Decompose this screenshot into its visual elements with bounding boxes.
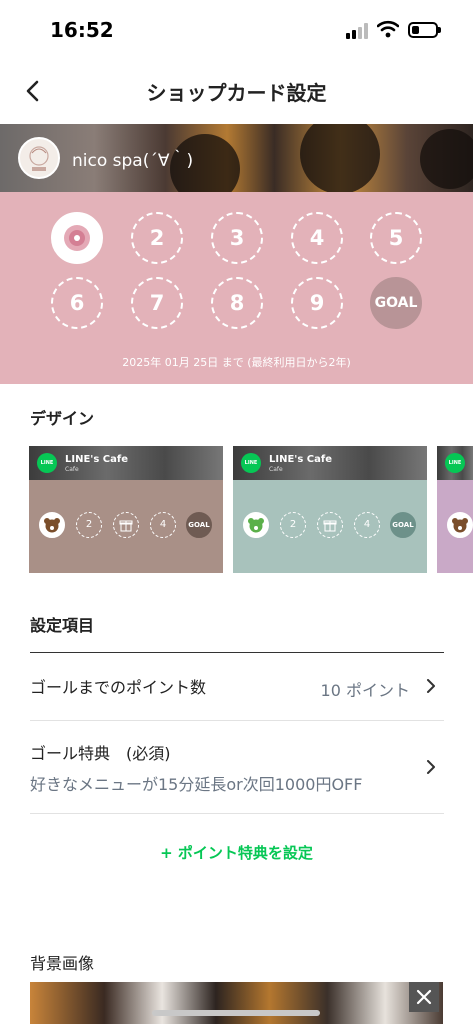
stamp-label: 2 [149,226,165,250]
stamp-slot: 7 [131,277,183,329]
battery-level [412,26,419,34]
goal-points-value: 10 ポイント [320,681,410,700]
stamp-slot: 8 [211,277,263,329]
mini-stamp-slot: 4 [150,512,176,538]
home-indicator [152,1010,320,1016]
stamp-label: 5 [388,226,404,250]
bear-stamp-icon [447,512,473,538]
mini-stamp-label: 2 [85,519,93,530]
stamp-slot: 5 [370,212,422,264]
goal-points-row[interactable]: ゴールまでのポイント数 10 ポイント [30,653,444,720]
cellular-signal-icon [346,23,370,39]
stamp-label: 9 [309,291,325,315]
background-image-preview[interactable] [30,982,443,1024]
stamp-label: 6 [69,291,85,315]
goal-points-label: ゴールまでのポイント数 [30,678,207,697]
page-title: ショップカード設定 [146,81,327,105]
close-icon[interactable] [409,982,439,1012]
card-header-photo: nico spa(´∀｀) [0,124,473,192]
gift-icon [113,512,139,538]
status-bar: 16:52 [0,0,473,60]
mini-stamp-label: GOAL [392,521,414,529]
design-option[interactable]: LINE LINE's CafeCafe 2 4 GOAL [29,446,223,573]
stamp-slot: 6 [51,277,103,329]
design-option[interactable]: LINE LINE's CafeCafe 2 4 GOAL [233,446,427,573]
line-logo-icon: LINE [445,453,465,473]
stamp-slot: 9 [291,277,343,329]
expiry-text: 2025年 01月 25日 まで (最終利用日から2年) [122,356,351,369]
add-point-reward-button[interactable]: + ポイント特典を設定 [0,842,473,863]
shop-name: nico spa(´∀｀) [72,151,194,171]
stamp-goal: GOAL [370,277,422,329]
design-brand-sub: Cafe [65,466,79,473]
stamp-label: 3 [229,226,245,250]
stamp-slot: 4 [291,212,343,264]
chevron-right-icon [427,760,435,774]
design-brand-sub: Cafe [269,466,283,473]
chevron-right-icon [427,679,435,693]
frog-stamp-icon [243,512,269,538]
stamp-label: 4 [309,226,325,250]
navigation-bar: ショップカード設定 [0,60,473,124]
mini-stamp-label: GOAL [188,521,210,529]
mini-stamp-goal: GOAL [390,512,416,538]
battery-icon [408,22,441,38]
stamp-filled-icon [51,212,103,264]
design-section-title: デザイン [30,409,95,428]
goal-reward-value: 好きなメニューが15分延長or次回1000円OFF [30,775,363,794]
design-brand-name: LINE's Cafe [65,454,129,465]
mini-stamp-label: 4 [159,519,167,530]
goal-reward-label: ゴール特典 (必須) [30,744,171,763]
stamp-slot: 3 [211,212,263,264]
mini-stamp-goal: GOAL [186,512,212,538]
wifi-icon [377,20,399,38]
design-option[interactable]: LINELINE's CafeCafe24GOAL [437,446,473,573]
background-section-title: 背景画像 [30,954,95,973]
mini-stamp-label: 4 [363,519,371,530]
stamp-label: GOAL [374,295,418,311]
mini-stamp-slot: 2 [280,512,306,538]
design-header: LINELINE's CafeCafe [437,446,473,480]
stamp-label: 8 [229,291,245,315]
gift-icon [317,512,343,538]
mini-stamp-slot: 2 [76,512,102,538]
design-header: LINE LINE's CafeCafe [233,446,427,480]
settings-section-title: 設定項目 [30,616,95,635]
line-logo-icon: LINE [37,453,57,473]
stamp-area: 2025年 01月 25日 まで (最終利用日から2年) 2 3 4 5 6 7 8 9 GOA… [0,192,473,384]
row-divider [30,813,444,814]
design-header: LINE LINE's CafeCafe [29,446,223,480]
design-brand-name: LINE's Cafe [269,454,333,465]
bear-stamp-icon [39,512,65,538]
status-time: 16:52 [50,18,114,42]
line-logo-icon: LINE [241,453,261,473]
mini-stamp-label: 2 [289,519,297,530]
stamp-slot: 2 [131,212,183,264]
stamp-label: 7 [149,291,165,315]
shop-avatar [18,137,60,179]
goal-reward-row[interactable]: ゴール特典 (必須) 好きなメニューが15分延長or次回1000円OFF [30,721,444,813]
mini-stamp-slot: 4 [354,512,380,538]
